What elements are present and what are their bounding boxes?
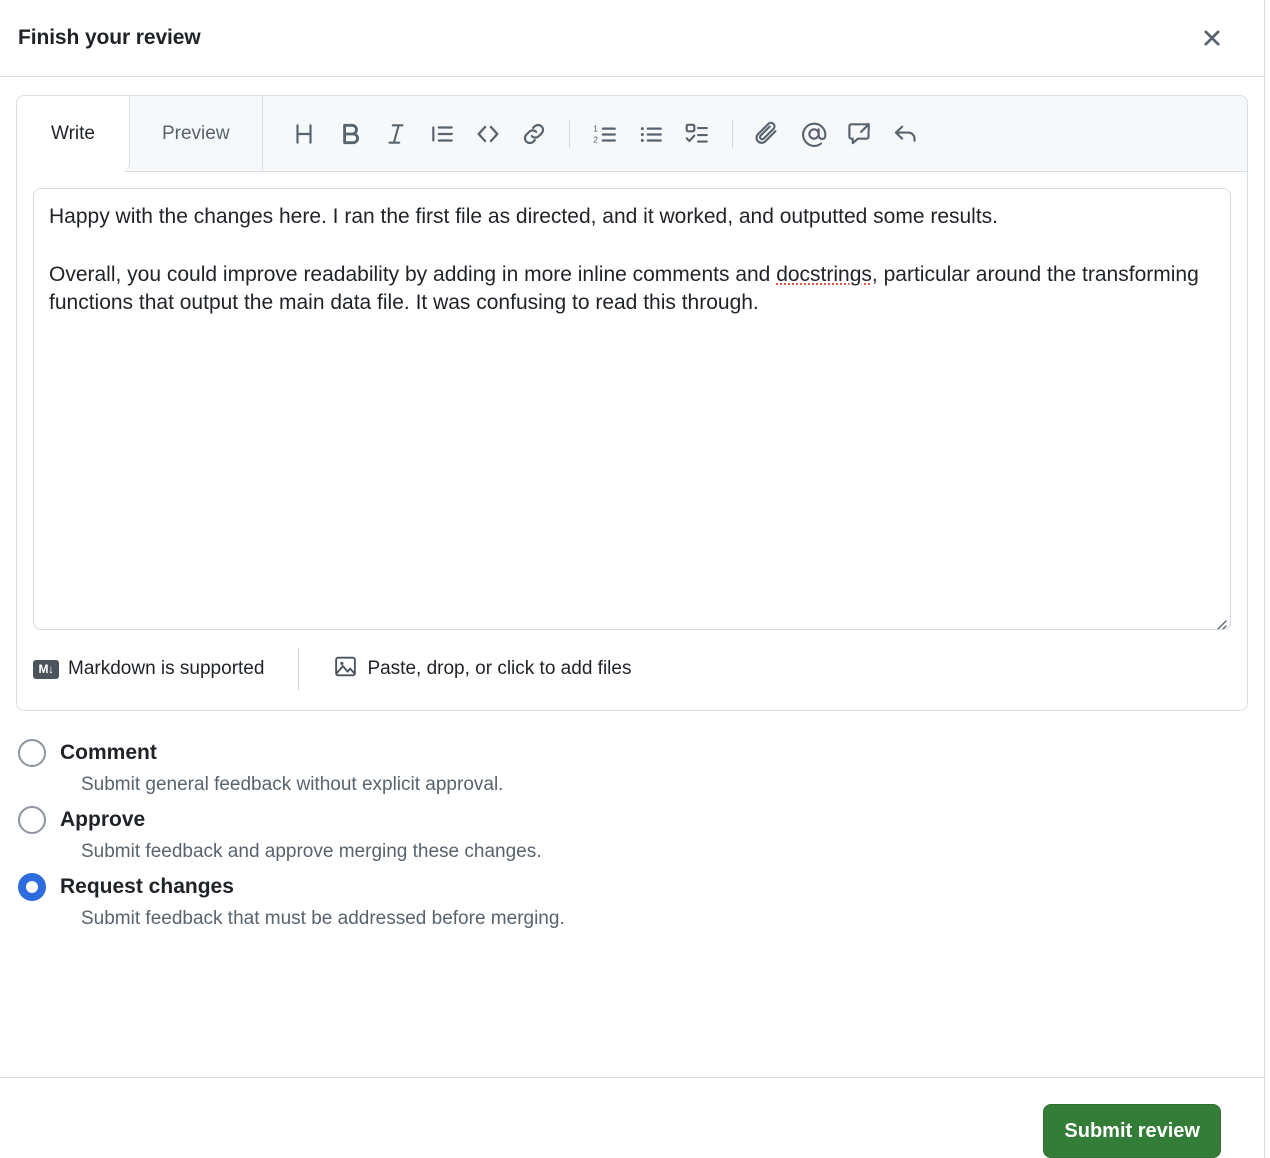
- code-icon: [474, 120, 502, 148]
- comment-paragraph-1: Happy with the changes here. I ran the f…: [49, 203, 1214, 232]
- review-option-approve-description: Submit feedback and approve merging thes…: [81, 841, 1248, 863]
- tab-preview[interactable]: Preview: [130, 96, 263, 171]
- reply-icon: [892, 120, 919, 147]
- link-icon: [521, 121, 547, 147]
- reference-button[interactable]: [837, 111, 883, 157]
- quote-icon: [429, 121, 455, 147]
- comment-box: Write Preview: [16, 95, 1248, 711]
- review-option-request-changes-label: Request changes: [60, 875, 234, 899]
- toolbar-separator-2: [732, 120, 733, 148]
- italic-icon: [383, 121, 409, 147]
- resize-handle-icon[interactable]: [1211, 611, 1227, 627]
- ordered-list-icon: 1 2: [592, 121, 618, 147]
- radio-request-changes[interactable]: [18, 873, 46, 901]
- heading-button[interactable]: [281, 111, 327, 157]
- reference-icon: [846, 120, 873, 147]
- submit-review-button[interactable]: Submit review: [1043, 1104, 1221, 1158]
- radio-approve[interactable]: [18, 806, 46, 834]
- toolbar-actions: 1 2: [263, 96, 1247, 171]
- comment-textarea[interactable]: Happy with the changes here. I ran the f…: [33, 188, 1231, 630]
- review-option-request-changes: Request changes Submit feedback that mus…: [18, 873, 1248, 930]
- bold-icon: [337, 121, 363, 147]
- close-icon: [1201, 27, 1223, 49]
- link-button[interactable]: [511, 111, 557, 157]
- heading-icon: [291, 121, 317, 147]
- finish-review-dialog: Finish your review Write Preview: [0, 0, 1265, 1158]
- misspelled-word: docstrings: [776, 263, 872, 286]
- ordered-list-button[interactable]: 1 2: [582, 111, 628, 157]
- task-list-icon: [684, 121, 710, 147]
- dialog-footer: Submit review: [0, 1077, 1264, 1158]
- markdown-icon: M↓: [33, 660, 59, 679]
- review-option-approve-head[interactable]: Approve: [18, 806, 1248, 834]
- svg-text:1: 1: [593, 123, 598, 133]
- comment-box-footer: M↓ Markdown is supported Paste, drop, or…: [17, 630, 1247, 710]
- add-files-label: Paste, drop, or click to add files: [367, 658, 631, 680]
- comment-toolbar: Write Preview: [17, 96, 1247, 172]
- tab-write-label: Write: [51, 123, 95, 145]
- radio-comment[interactable]: [18, 739, 46, 767]
- markdown-supported-link[interactable]: M↓ Markdown is supported: [33, 658, 264, 680]
- markdown-supported-label: Markdown is supported: [68, 658, 264, 680]
- comment-text-before: Overall, you could improve readability b…: [49, 263, 776, 286]
- mention-button[interactable]: [791, 111, 837, 157]
- dialog-header: Finish your review: [0, 0, 1264, 77]
- svg-text:2: 2: [593, 134, 598, 144]
- task-list-button[interactable]: [674, 111, 720, 157]
- code-button[interactable]: [465, 111, 511, 157]
- unordered-list-icon: [638, 121, 664, 147]
- unordered-list-button[interactable]: [628, 111, 674, 157]
- comment-paragraph-2: Overall, you could improve readability b…: [49, 261, 1214, 319]
- quote-button[interactable]: [419, 111, 465, 157]
- attachment-icon: [754, 120, 781, 147]
- dialog-title: Finish your review: [18, 26, 201, 50]
- review-option-approve: Approve Submit feedback and approve merg…: [18, 806, 1248, 863]
- review-option-comment-head[interactable]: Comment: [18, 739, 1248, 767]
- tab-write[interactable]: Write: [17, 96, 130, 172]
- dialog-body: Write Preview: [0, 77, 1264, 1077]
- review-option-comment: Comment Submit general feedback without …: [18, 739, 1248, 796]
- attachment-button[interactable]: [745, 111, 791, 157]
- comment-footer-separator: [298, 648, 299, 690]
- close-button[interactable]: [1193, 19, 1231, 57]
- italic-button[interactable]: [373, 111, 419, 157]
- bold-button[interactable]: [327, 111, 373, 157]
- reply-button[interactable]: [883, 111, 929, 157]
- review-option-comment-description: Submit general feedback without explicit…: [81, 774, 1248, 796]
- textarea-wrap: Happy with the changes here. I ran the f…: [17, 172, 1247, 630]
- review-option-request-changes-head[interactable]: Request changes: [18, 873, 1248, 901]
- add-files-button[interactable]: Paste, drop, or click to add files: [333, 654, 631, 685]
- image-icon: [333, 654, 358, 685]
- review-options: Comment Submit general feedback without …: [16, 711, 1248, 930]
- review-option-approve-label: Approve: [60, 808, 145, 832]
- toolbar-separator-1: [569, 120, 570, 148]
- review-option-comment-label: Comment: [60, 741, 157, 765]
- review-option-request-changes-description: Submit feedback that must be addressed b…: [81, 908, 1248, 930]
- tab-preview-label: Preview: [162, 123, 230, 145]
- mention-icon: [800, 120, 828, 148]
